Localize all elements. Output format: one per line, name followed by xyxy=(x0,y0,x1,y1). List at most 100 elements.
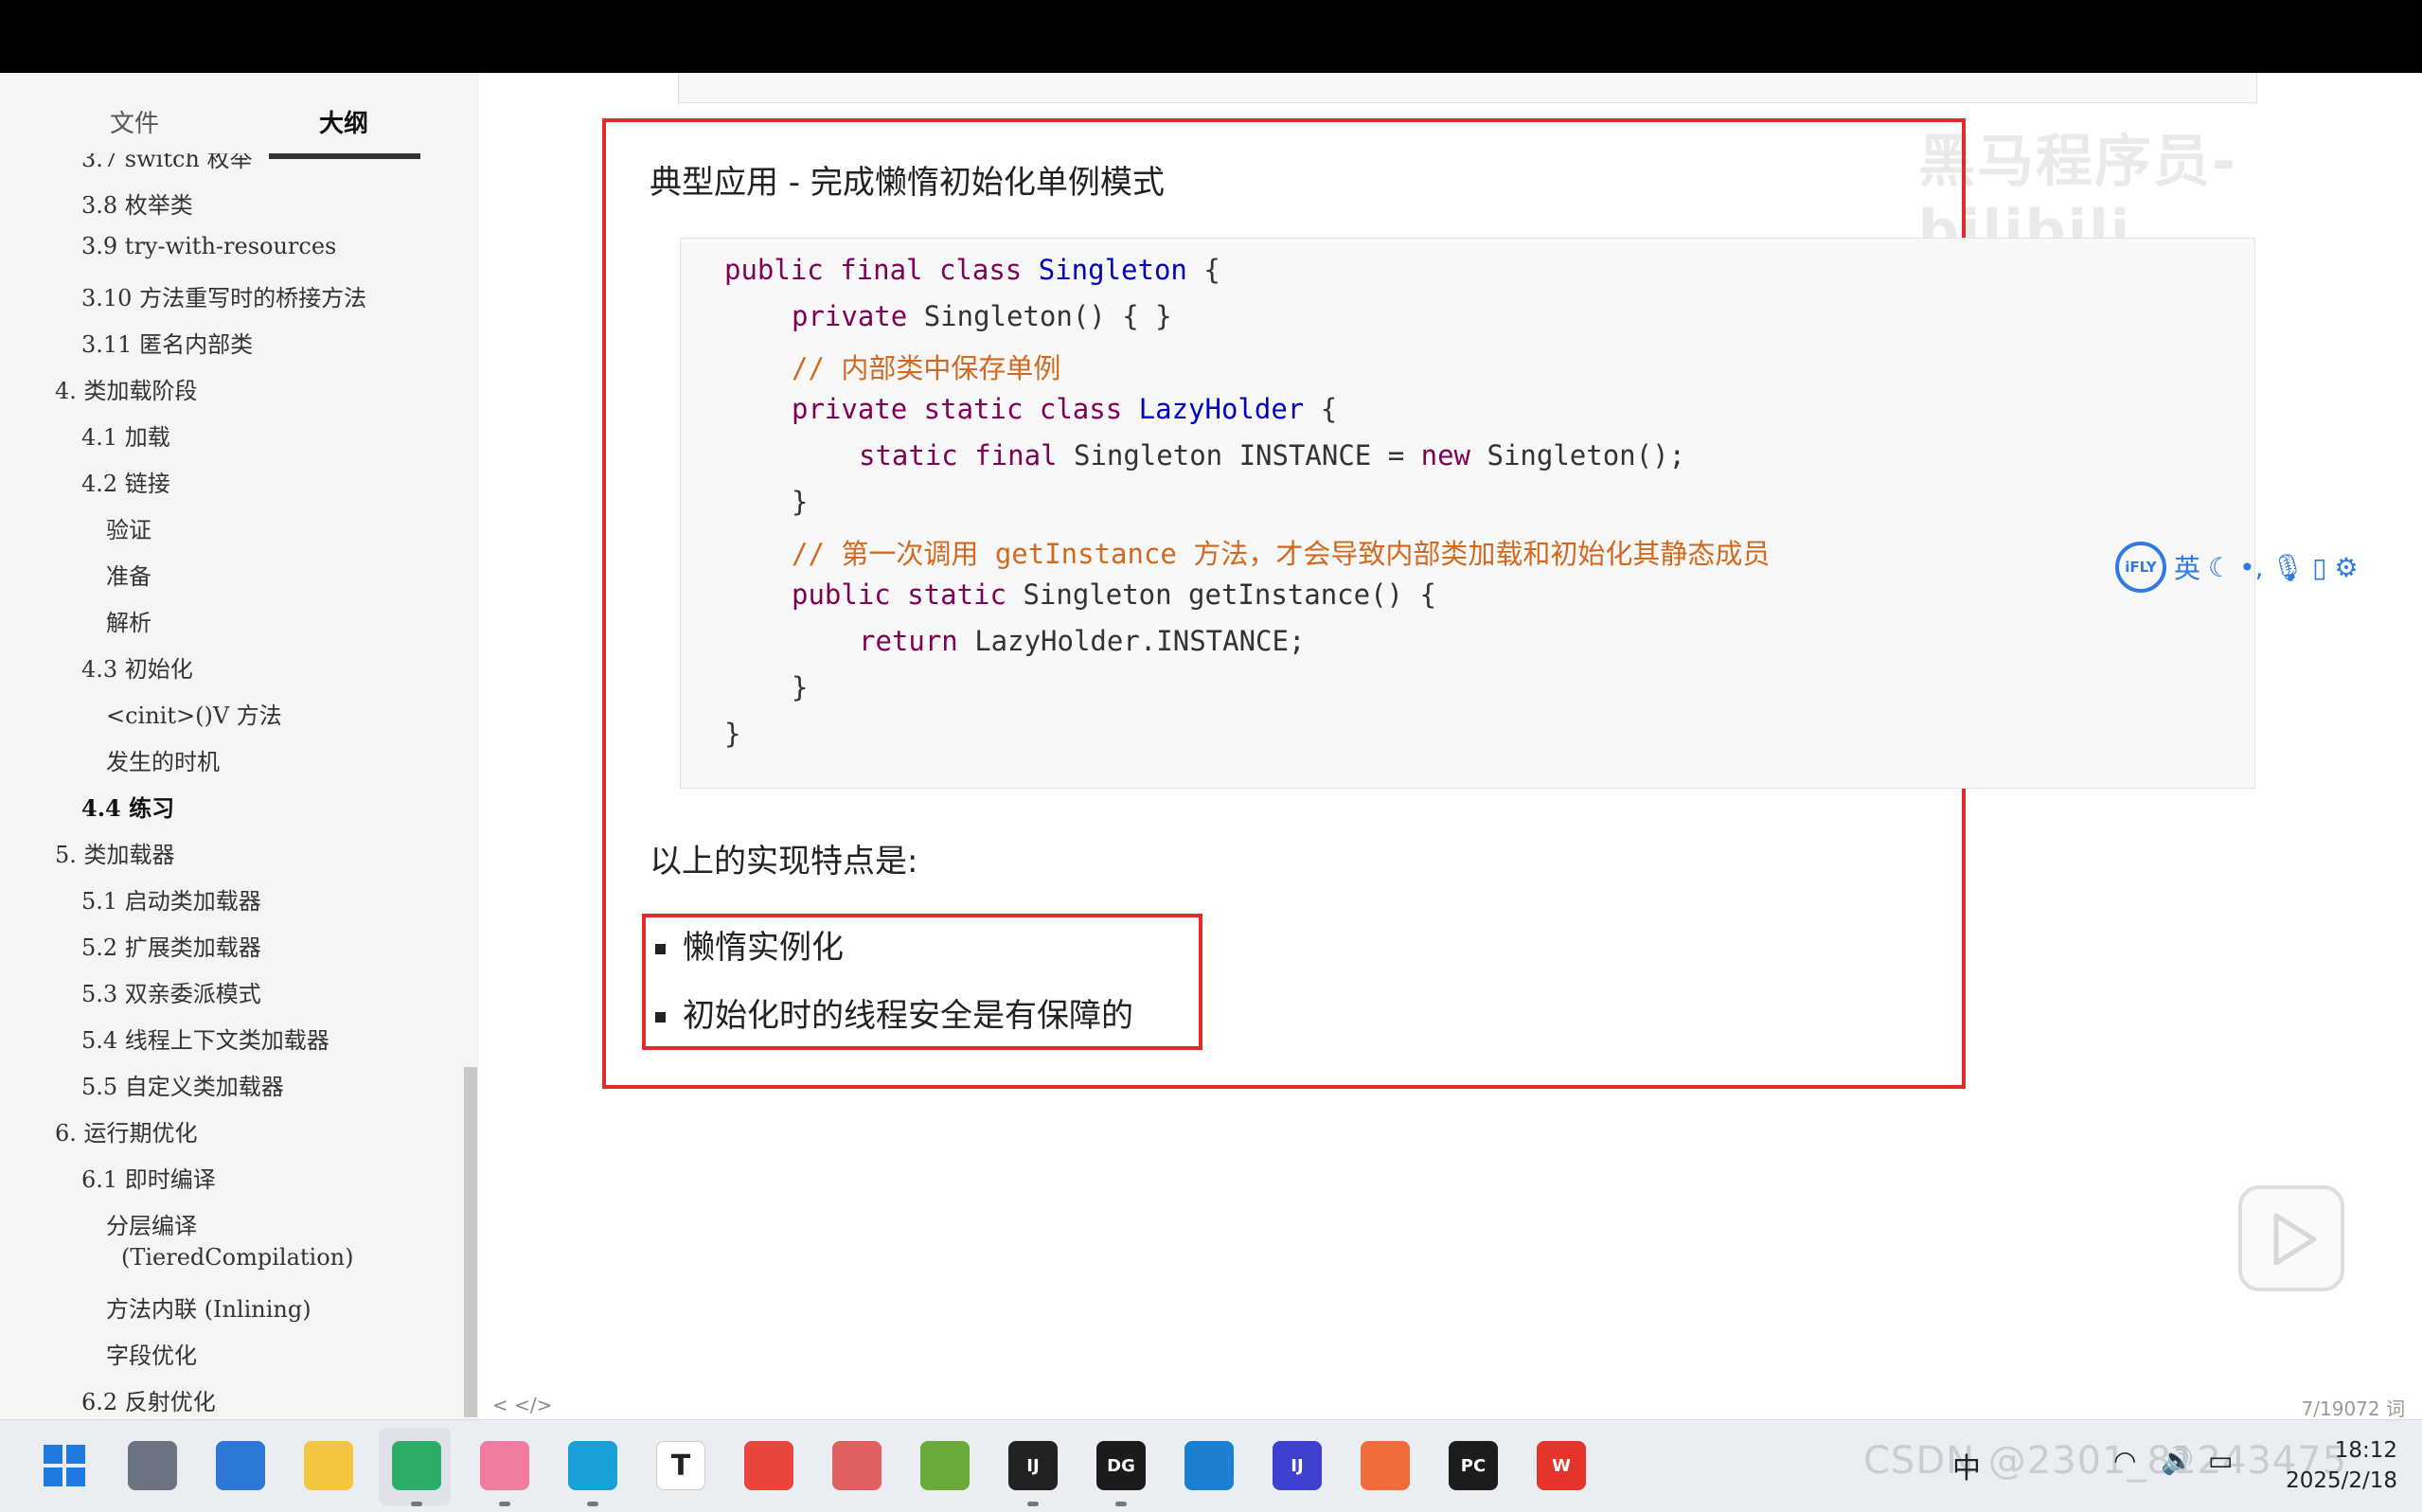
code-block[interactable]: public final class Singleton { private S… xyxy=(680,238,2255,789)
outline-item[interactable]: (TieredCompilation) xyxy=(121,1244,353,1271)
tab-files[interactable]: 文件 xyxy=(110,104,159,139)
outline-item[interactable]: 3.8 枚举类 xyxy=(81,187,193,220)
top-black-bar xyxy=(0,0,2422,73)
typora-icon[interactable]: T xyxy=(656,1441,705,1490)
outline-item[interactable]: 3.11 匿名内部类 xyxy=(81,326,253,359)
outline-item[interactable]: 6.2 反射优化 xyxy=(81,1383,216,1413)
outline-item[interactable]: 验证 xyxy=(106,511,151,544)
code-line-7: // 第一次调用 getInstance 方法，才会导致内部类加载和初始化其静态… xyxy=(792,538,1771,570)
features-paragraph: 以上的实现特点是: xyxy=(650,843,918,881)
file-explorer-icon[interactable] xyxy=(304,1441,353,1490)
volume-icon[interactable]: 🔊 xyxy=(2161,1445,2194,1476)
editor-status-bar: < </> 7/19072 词 xyxy=(479,1392,2422,1419)
outline-item[interactable]: 3.7 switch 枚举 xyxy=(81,153,253,173)
ime-indicator[interactable]: 中 xyxy=(1952,1445,1981,1486)
photos-icon[interactable] xyxy=(216,1441,265,1490)
eraser-icon[interactable] xyxy=(832,1441,882,1490)
intellij-icon[interactable]: IJ xyxy=(1008,1441,1058,1490)
windows-start-icon[interactable] xyxy=(40,1441,89,1490)
outline-item[interactable]: <cinit>()V 方法 xyxy=(106,697,282,730)
outline-item[interactable]: 6.1 即时编译 xyxy=(81,1161,216,1194)
keyboard-icon[interactable]: ▯ xyxy=(2312,552,2326,583)
code-line-8: public static Singleton getInstance() { xyxy=(792,578,1436,611)
code-line-3: // 内部类中保存单例 xyxy=(792,352,1061,384)
word-count: 7/19072 词 xyxy=(2301,1397,2405,1419)
bullet-item-1: 懒惰实例化 xyxy=(655,921,844,968)
outline-item[interactable]: 3.9 try-with-resources xyxy=(81,233,336,259)
source-mode-toggle[interactable]: < </> xyxy=(492,1394,552,1416)
draw-icon[interactable] xyxy=(920,1441,970,1490)
sidebar-scrollbar[interactable] xyxy=(464,1067,477,1417)
outline-item[interactable]: 4.2 链接 xyxy=(81,465,170,498)
outline-item[interactable]: 4.4 练习 xyxy=(81,790,174,823)
battery-icon[interactable]: ▭ xyxy=(2208,1445,2233,1476)
clock-time: 18:12 xyxy=(2334,1438,2397,1463)
outline-item[interactable]: 6. 运行期优化 xyxy=(55,1114,198,1147)
bullet-item-2: 初始化时的线程安全是有保障的 xyxy=(655,989,1133,1036)
previous-code-block xyxy=(678,73,2257,103)
csdn-watermark: CSDN @2301_81243475 xyxy=(1863,1439,2348,1483)
outline-item[interactable]: 解析 xyxy=(106,604,151,637)
code-line-6: } xyxy=(792,486,809,518)
outline-item[interactable]: 5. 类加载器 xyxy=(55,836,175,869)
outline-item[interactable]: 5.3 双亲委派模式 xyxy=(81,975,261,1008)
outline-list: 3.7 switch 枚举 3.8 枚举类 3.9 try-with-resourc… xyxy=(0,153,454,1413)
section-heading: 典型应用 - 完成懒惰初始化单例模式 xyxy=(650,164,1165,202)
postman-icon[interactable] xyxy=(1361,1441,1410,1490)
outline-item[interactable]: 5.1 启动类加载器 xyxy=(81,882,261,916)
code-line-2: private Singleton() { } xyxy=(792,300,1172,332)
wechat-icon[interactable] xyxy=(392,1441,441,1490)
punctuation-icon[interactable]: •, xyxy=(2239,552,2263,583)
code-line-4: private static class LazyHolder { xyxy=(792,393,1338,425)
bilibili-icon[interactable] xyxy=(480,1441,529,1490)
moon-icon[interactable]: ☾ xyxy=(2208,552,2232,583)
outline-item[interactable]: 4. 类加载阶段 xyxy=(55,372,198,405)
outline-item[interactable]: 准备 xyxy=(106,558,151,591)
bullet-dot xyxy=(655,944,666,954)
outline-item[interactable]: 5.2 扩展类加载器 xyxy=(81,929,261,962)
running-indicator xyxy=(1027,1502,1039,1506)
document-view: 黑马程序员- bilibili 典型应用 - 完成懒惰初始化单例模式 publi… xyxy=(479,73,2422,1419)
outline-item[interactable]: 发生的时机 xyxy=(106,743,220,776)
bullet-dot xyxy=(655,1012,666,1023)
remote-icon[interactable] xyxy=(1184,1441,1234,1490)
outline-item[interactable]: 4.3 初始化 xyxy=(81,650,193,684)
ifly-logo[interactable]: iFLY xyxy=(2115,542,2166,593)
play-icon xyxy=(2273,1213,2317,1266)
microphone-icon[interactable]: 🎙 xyxy=(2271,552,2306,583)
datagrip-icon[interactable]: DG xyxy=(1096,1441,1146,1490)
code-line-9: return LazyHolder.INSTANCE; xyxy=(859,625,1306,657)
chrome-icon[interactable] xyxy=(744,1441,793,1490)
intellij-2-icon[interactable]: IJ xyxy=(1273,1441,1322,1490)
wps-icon[interactable]: W xyxy=(1537,1441,1586,1490)
system-clock[interactable]: 18:12 2025/2/18 xyxy=(2286,1435,2397,1496)
wifi-icon[interactable]: ◠ xyxy=(2113,1445,2136,1476)
code-line-5: static final Singleton INSTANCE = new Si… xyxy=(859,439,1685,471)
ifly-input-toolbar: iFLY 英 ☾ •, 🎙 ▯ ⚙ xyxy=(2115,539,2359,596)
outline-item[interactable]: 5.5 自定义类加载器 xyxy=(81,1068,284,1101)
outline-item[interactable]: 3.10 方法重写时的桥接方法 xyxy=(81,279,366,312)
tab-outline[interactable]: 大纲 xyxy=(319,104,368,139)
pycharm-icon[interactable]: PC xyxy=(1449,1441,1498,1490)
running-indicator xyxy=(1115,1502,1127,1506)
running-indicator xyxy=(587,1502,598,1506)
running-indicator xyxy=(499,1502,510,1506)
running-indicator xyxy=(411,1502,422,1506)
language-toggle[interactable]: 英 xyxy=(2174,548,2200,586)
outline-item[interactable]: 方法内联 (Inlining) xyxy=(106,1290,312,1324)
windows-taskbar: T IJ DG IJ PC W CSDN @2301_81243475 中 ◠ 🔊 ▭ 1… xyxy=(0,1419,2422,1512)
outline-sidebar: 文件 大纲 3.7 switch 枚举 3.8 枚举类 3.9 try-with-r… xyxy=(0,73,479,1419)
gear-icon[interactable]: ⚙ xyxy=(2335,552,2359,583)
outline-item[interactable]: 字段优化 xyxy=(106,1337,197,1370)
code-line-11: } xyxy=(724,718,741,750)
edge-icon[interactable] xyxy=(568,1441,617,1490)
code-line-10: } xyxy=(792,671,809,703)
code-line-1: public final class Singleton { xyxy=(724,254,1220,286)
settings-icon[interactable] xyxy=(128,1441,177,1490)
outline-item[interactable]: 5.4 线程上下文类加载器 xyxy=(81,1022,329,1055)
outline-item[interactable]: 4.1 加载 xyxy=(81,418,170,452)
clock-date: 2025/2/18 xyxy=(2286,1468,2397,1493)
sidebar-tabs: 文件 大纲 xyxy=(0,73,479,163)
play-button[interactable] xyxy=(2238,1185,2344,1291)
outline-item[interactable]: 分层编译 xyxy=(106,1207,197,1240)
